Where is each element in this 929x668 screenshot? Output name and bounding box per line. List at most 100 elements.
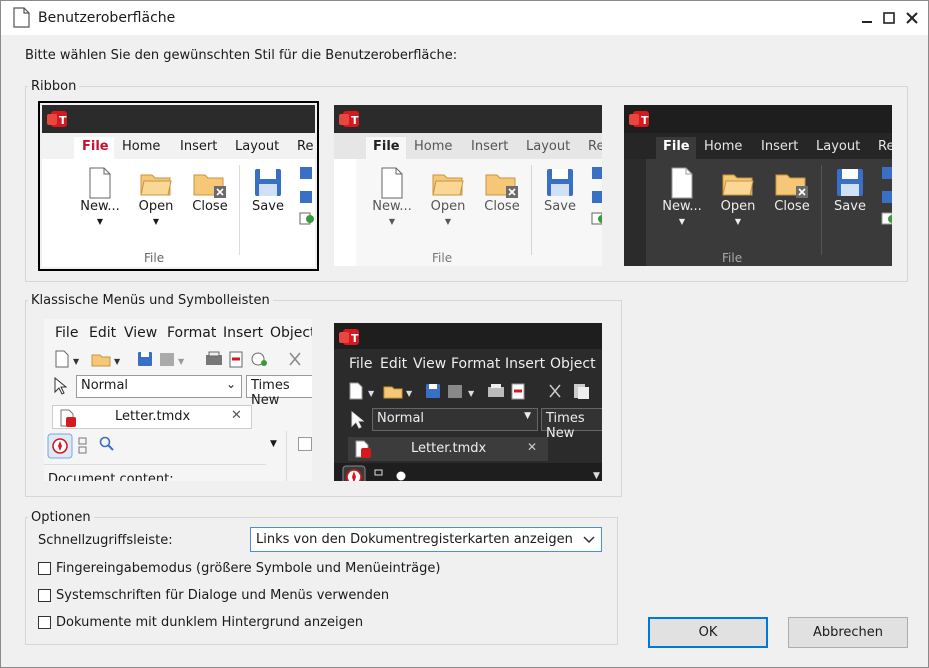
style-combo-value: Normal <box>377 411 425 426</box>
folder-close-icon <box>193 174 226 198</box>
tab-review: Re <box>297 139 314 154</box>
system-fonts-label: Systemschriften für Dialoge und Menüs ve… <box>56 588 390 603</box>
doc-tab-label: Letter.tmdx <box>411 441 487 456</box>
tab-home: Home <box>122 139 161 154</box>
svg-text:▼: ▼ <box>73 357 80 366</box>
menu-format: Format <box>167 325 217 341</box>
close-label: Close <box>774 199 810 214</box>
doc-tab-close-icon: ✕ <box>527 440 538 454</box>
tab-insert: Insert <box>761 139 799 154</box>
menu-file: File <box>349 356 373 372</box>
menu-edit: Edit <box>380 356 408 372</box>
document-icon <box>13 7 30 28</box>
menu-object: Object <box>270 325 312 341</box>
maximize-icon[interactable] <box>881 10 897 26</box>
ribbon-style-gray-option[interactable]: T File Home Insert Layout Re New... ▼ Ope… <box>334 105 602 266</box>
cancel-button[interactable]: Abbrechen <box>788 617 908 648</box>
new-label: New... <box>662 199 702 214</box>
classic-toolbar-icons: ▼ ▼ ▼ <box>55 350 301 368</box>
menu-file: File <box>55 325 79 341</box>
font-combo-preview: Times New <box>246 375 312 408</box>
small-tool-icons <box>881 167 892 225</box>
folder-close-icon <box>485 174 518 198</box>
svg-text:▼: ▼ <box>468 389 475 398</box>
window-title: Benutzeroberfläche <box>38 10 176 26</box>
new-label: New... <box>372 199 412 214</box>
svg-text:▼: ▼ <box>406 389 413 398</box>
tmdx-file-icon <box>355 440 371 458</box>
ribbon-group-label: Ribbon <box>28 79 80 94</box>
save-icon <box>837 169 863 196</box>
doc-tab-close-icon: ✕ <box>231 408 242 423</box>
save-button-preview: Save <box>830 167 870 214</box>
new-label: New... <box>80 199 120 214</box>
group-label-file: File <box>144 251 165 265</box>
dark-documents-label: Dokumente mit dunklem Hintergrund anzeig… <box>56 615 364 630</box>
quick-access-select[interactable]: Links von den Dokumentregisterkarten anz… <box>250 527 602 552</box>
menu-view: View <box>413 356 447 372</box>
new-button-preview: New... ▼ <box>370 167 414 226</box>
svg-text:T: T <box>351 332 359 345</box>
tmdx-file-icon <box>60 409 76 427</box>
svg-text:▼: ▼ <box>114 357 121 366</box>
quick-access-value: Links von den Dokumentregisterkarten anz… <box>256 532 573 547</box>
svg-text:▼: ▼ <box>178 357 185 366</box>
close-icon[interactable] <box>904 10 920 26</box>
close-button-preview: Close <box>770 167 814 214</box>
open-label: Open <box>430 199 466 214</box>
app-logo-icon: T <box>339 111 359 127</box>
classic-group-label: Klassische Menüs und Symbolleisten <box>28 293 273 308</box>
doc-tab-label: Letter.tmdx <box>115 409 191 424</box>
new-document-icon <box>89 167 111 199</box>
tab-layout: Layout <box>235 139 280 154</box>
new-button-preview: New... ▼ <box>660 167 704 226</box>
app-logo-icon: T <box>339 329 359 345</box>
style-combo-preview: Normal ⌄ <box>76 375 242 398</box>
tab-insert: Insert <box>180 139 218 154</box>
navigator-icon <box>47 433 73 459</box>
tab-review: Re <box>588 139 602 154</box>
layout-icon <box>78 437 87 454</box>
tab-file: File <box>82 139 109 154</box>
intro-text: Bitte wählen Sie den gewünschten Stil fü… <box>25 48 458 63</box>
folder-close-icon <box>775 174 808 198</box>
touch-mode-checkbox[interactable] <box>38 562 51 575</box>
pointer-icon <box>351 411 364 429</box>
new-document-icon <box>381 167 403 199</box>
open-button-preview: Open ▼ <box>134 167 178 226</box>
tab-layout: Layout <box>816 139 861 154</box>
svg-text:T: T <box>351 114 359 127</box>
save-button-preview: Save <box>540 167 580 214</box>
dialog-window: Benutzeroberfläche Bitte wählen Sie den … <box>0 0 929 668</box>
close-button-preview: Close <box>480 167 524 214</box>
ok-button[interactable]: OK <box>648 617 768 648</box>
minimize-icon[interactable] <box>859 10 875 26</box>
new-button-preview: New... ▼ <box>78 167 122 226</box>
menu-insert: Insert <box>505 356 546 372</box>
system-fonts-checkbox[interactable] <box>38 589 51 602</box>
svg-text:T: T <box>59 114 67 127</box>
touch-mode-label: Fingereingabemodus (größere Symbole und … <box>56 561 441 576</box>
classic-style-light-option[interactable]: File Edit View Format Insert Object ▼ ▼ … <box>44 319 312 481</box>
search-icon <box>99 436 114 451</box>
ribbon-style-dark-option[interactable]: T File Home Insert Layout Re New... ▼ Ope… <box>624 105 892 266</box>
layout-icon <box>374 469 383 476</box>
ribbon-style-light-option[interactable]: T File Home Insert Layout Re New... ▼ Ope… <box>38 101 319 271</box>
menu-insert: Insert <box>223 325 264 341</box>
panel-dropdown-icon: ▼ <box>270 439 277 449</box>
open-button-preview: Open ▼ <box>716 167 760 226</box>
small-tool-icons <box>299 167 314 225</box>
group-label-file: File <box>722 251 743 265</box>
app-logo-icon: T <box>629 111 649 127</box>
panel-dropdown-icon: ▼ <box>593 471 600 481</box>
tab-file: File <box>663 139 690 154</box>
app-logo-icon: T <box>47 111 67 127</box>
quick-access-label: Schnellzugriffsleiste: <box>38 533 173 548</box>
tab-review: Re <box>878 139 892 154</box>
open-label: Open <box>720 199 756 214</box>
classic-style-dark-option[interactable]: T File Edit View Format Insert Object ▼ … <box>334 323 602 481</box>
doc-tab-preview: Letter.tmdx ✕ <box>52 405 252 429</box>
close-label: Close <box>484 199 520 214</box>
dark-documents-checkbox[interactable] <box>38 616 51 629</box>
svg-text:T: T <box>641 114 649 127</box>
